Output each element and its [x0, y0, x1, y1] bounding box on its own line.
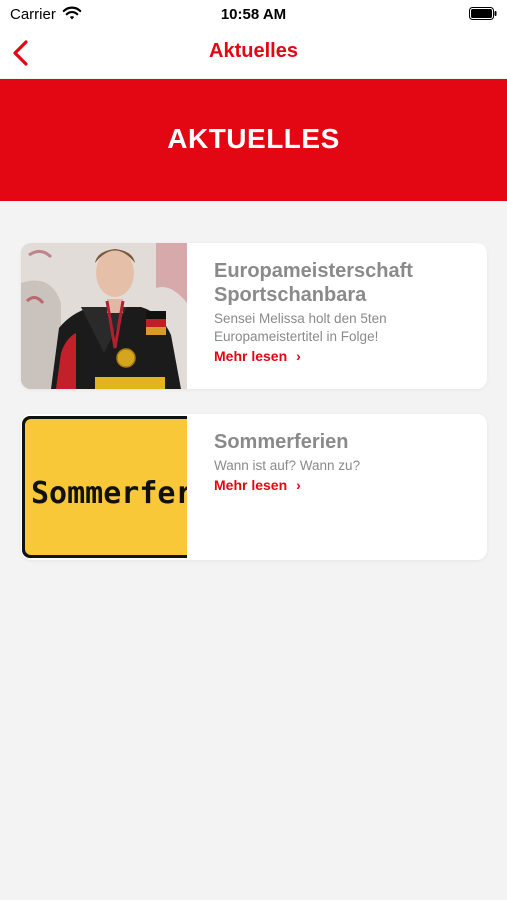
status-bar: Carrier 10:58 AM — [0, 0, 507, 30]
navigation-bar: Aktuelles — [0, 30, 507, 78]
article-description: Sensei Melissa holt den 5ten Europameist… — [214, 311, 387, 344]
read-more-link[interactable]: Mehr lesen › — [214, 348, 301, 364]
battery-icon — [469, 7, 497, 20]
read-more-label: Mehr lesen — [214, 348, 288, 364]
read-more-label: Mehr lesen — [214, 477, 288, 493]
article-content: Sommerferien Wann ist auf? Wann zu? Mehr… — [214, 430, 476, 495]
article-image: Sommerferien — [21, 414, 187, 560]
article-description: Wann ist auf? Wann zu? — [214, 458, 361, 473]
article-card[interactable]: Sommerferien Sommerferien Wann ist auf? … — [21, 414, 487, 560]
hero-banner: AKTUELLES — [0, 79, 507, 201]
nav-title: Aktuelles — [209, 40, 298, 62]
chevron-right-icon: › — [296, 348, 301, 364]
status-time: 10:58 AM — [220, 6, 287, 23]
chevron-right-icon: › — [296, 477, 301, 493]
sign-text: Sommerferien — [31, 476, 187, 511]
article-image — [21, 243, 187, 389]
article-title: Sommerferien — [214, 431, 349, 453]
article-title: Europameisterschaft Sportschanbara — [214, 260, 413, 306]
article-card[interactable]: Europameisterschaft Sportschanbara Sense… — [21, 243, 487, 389]
article-content: Europameisterschaft Sportschanbara Sense… — [214, 259, 476, 366]
read-more-link[interactable]: Mehr lesen › — [214, 477, 301, 493]
hero-title: AKTUELLES — [167, 123, 340, 154]
